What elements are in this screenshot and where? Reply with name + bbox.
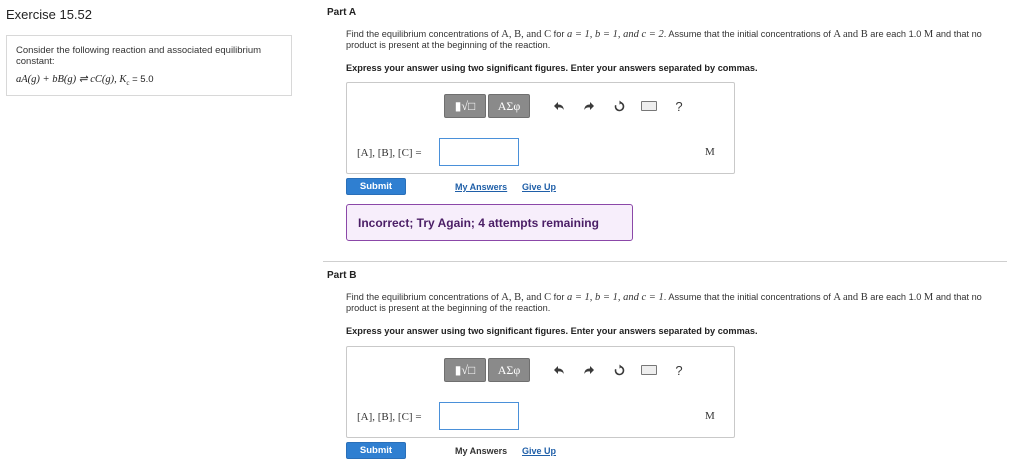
- symbols-button[interactable]: ΑΣφ: [488, 358, 530, 382]
- redo-icon[interactable]: [574, 358, 604, 382]
- part-b-prompt: Find the equilibrium concentrations of A…: [346, 292, 982, 313]
- part-b-answer-input[interactable]: [439, 402, 519, 430]
- templates-button[interactable]: ▮√□: [444, 94, 486, 118]
- part-a-submit-button[interactable]: Submit: [346, 178, 406, 195]
- part-b-label: Part B: [327, 270, 357, 281]
- part-a-give-up-link[interactable]: Give Up: [522, 182, 556, 192]
- part-b-give-up-link[interactable]: Give Up: [522, 446, 556, 456]
- part-a-label: Part A: [327, 7, 357, 18]
- part-a-unit: M: [705, 146, 715, 158]
- part-divider: [323, 261, 1007, 262]
- reset-icon[interactable]: [604, 358, 634, 382]
- keyboard-icon[interactable]: [634, 94, 664, 118]
- part-a-answer-box: ▮√□ ΑΣφ ? [A], [B], [C] = M: [346, 82, 735, 174]
- redo-icon[interactable]: [574, 94, 604, 118]
- part-a-answer-input[interactable]: [439, 138, 519, 166]
- part-a-instruction: Express your answer using two significan…: [346, 63, 758, 73]
- help-button[interactable]: ?: [664, 358, 694, 382]
- part-a-answer-label: [A], [B], [C] =: [357, 147, 422, 159]
- undo-icon[interactable]: [544, 94, 574, 118]
- keyboard-icon[interactable]: [634, 358, 664, 382]
- part-b-unit: M: [705, 410, 715, 422]
- reset-icon[interactable]: [604, 94, 634, 118]
- part-b-math-toolbar: ▮√□ ΑΣφ ?: [444, 357, 694, 383]
- equation-text: aA(g) + bB(g) ⇌ cC(g),: [16, 74, 117, 85]
- part-b-answer-label: [A], [B], [C] =: [357, 411, 422, 423]
- undo-icon[interactable]: [544, 358, 574, 382]
- part-a-feedback: Incorrect; Try Again; 4 attempts remaini…: [346, 204, 633, 241]
- exercise-intro-box: Consider the following reaction and asso…: [6, 35, 292, 96]
- exercise-panel: Exercise 15.52 Consider the following re…: [0, 0, 295, 465]
- help-button[interactable]: ?: [664, 94, 694, 118]
- part-b-instruction: Express your answer using two significan…: [346, 326, 758, 336]
- exercise-intro: Consider the following reaction and asso…: [16, 45, 262, 67]
- symbols-button[interactable]: ΑΣφ: [488, 94, 530, 118]
- part-b-my-answers-link[interactable]: My Answers: [455, 446, 507, 456]
- reaction-equation: aA(g) + bB(g) ⇌ cC(g), Kc = 5.0: [16, 73, 154, 87]
- part-a-math-toolbar: ▮√□ ΑΣφ ?: [444, 93, 694, 119]
- part-b-answer-box: ▮√□ ΑΣφ ? [A], [B], [C] = M: [346, 346, 735, 438]
- part-b-submit-button[interactable]: Submit: [346, 442, 406, 459]
- kc-subscript: c: [126, 79, 130, 88]
- part-a-prompt: Find the equilibrium concentrations of A…: [346, 29, 982, 50]
- part-a-my-answers-link[interactable]: My Answers: [455, 182, 507, 192]
- exercise-title: Exercise 15.52: [6, 7, 92, 22]
- templates-button[interactable]: ▮√□: [444, 358, 486, 382]
- kc-value: = 5.0: [132, 74, 154, 85]
